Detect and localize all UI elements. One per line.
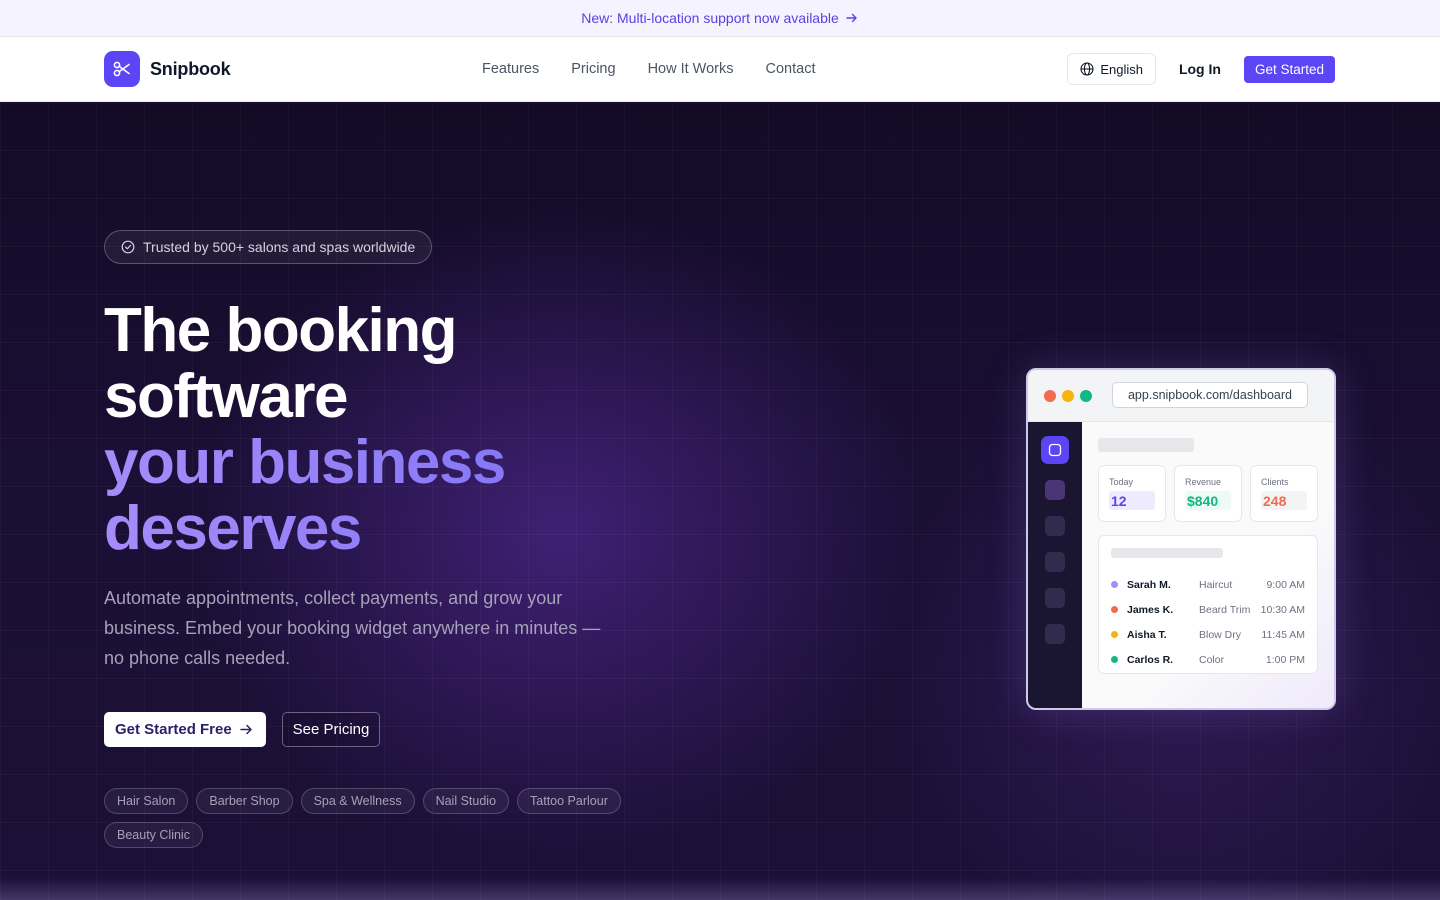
appointment-time: 9:00 AM xyxy=(1266,578,1305,591)
nav-link-contact[interactable]: Contact xyxy=(766,61,816,77)
stat-revenue: Revenue $840 xyxy=(1174,465,1242,522)
brand[interactable]: Snipbook xyxy=(104,51,231,87)
skeleton-heading xyxy=(1111,548,1223,558)
stat-today: Today 12 xyxy=(1098,465,1166,522)
language-label: English xyxy=(1100,61,1143,77)
tag-beauty-clinic[interactable]: Beauty Clinic xyxy=(104,822,203,848)
arrow-right-icon xyxy=(240,724,252,735)
status-dot xyxy=(1111,581,1118,588)
navbar: Snipbook Features Pricing How It Works C… xyxy=(0,37,1440,102)
announcement-text[interactable]: New: Multi-location support now availabl… xyxy=(581,10,839,26)
stats-row: Today 12 Revenue $840 Clients 248 xyxy=(1098,465,1318,522)
sidebar-item-icon xyxy=(1045,624,1065,644)
list-item: Sarah M. Haircut 9:00 AM xyxy=(1111,572,1305,597)
client-name: Sarah M. xyxy=(1127,578,1171,591)
sidebar-item-icon xyxy=(1045,552,1065,572)
tag-hair-salon[interactable]: Hair Salon xyxy=(104,788,189,814)
service-name: Haircut xyxy=(1199,578,1233,591)
dashboard-preview: app.snipbook.com/dashboard Today 12 Reve… xyxy=(1026,368,1336,710)
service-name: Blow Dry xyxy=(1199,628,1242,641)
hero-subtitle: Automate appointments, collect payments,… xyxy=(104,588,601,668)
headline-line-2: software xyxy=(104,362,348,431)
client-name: Aisha T. xyxy=(1127,628,1167,641)
tag-barber-shop[interactable]: Barber Shop xyxy=(196,788,293,814)
list-item: Carlos R. Color 1:00 PM xyxy=(1111,647,1305,672)
appointment-time: 11:45 AM xyxy=(1261,628,1305,641)
get-started-button[interactable]: Get Started xyxy=(1243,55,1335,83)
dashboard-sidebar xyxy=(1028,422,1082,708)
stat-value: 248 xyxy=(1261,491,1307,510)
trust-badge: Trusted by 500+ salons and spas worldwid… xyxy=(104,230,433,264)
brand-name: Snipbook xyxy=(150,58,231,79)
appointments-list: Sarah M. Haircut 9:00 AM James K. Beard … xyxy=(1098,535,1318,674)
hero-headline: The booking software your business deser… xyxy=(104,298,664,562)
nav-actions: English Log In Get Started xyxy=(1067,53,1335,85)
tag-nail-studio[interactable]: Nail Studio xyxy=(422,788,510,814)
dashboard-body: Today 12 Revenue $840 Clients 248 Sarah … xyxy=(1028,422,1334,708)
client-name: James K. xyxy=(1127,603,1174,616)
skeleton-title xyxy=(1098,438,1194,452)
see-pricing-button[interactable]: See Pricing xyxy=(282,712,380,747)
announcement-bar[interactable]: New: Multi-location support now availabl… xyxy=(0,0,1440,37)
stat-clients: Clients 248 xyxy=(1250,465,1318,522)
sidebar-item-icon xyxy=(1045,480,1065,500)
appointment-time: 10:30 AM xyxy=(1260,603,1305,616)
headline-line-4: deserves xyxy=(104,496,664,562)
headline-line-1: The booking xyxy=(104,296,458,365)
client-name: Carlos R. xyxy=(1127,653,1174,666)
window-minimize-dot xyxy=(1062,389,1074,402)
nav-link-features[interactable]: Features xyxy=(482,61,539,77)
sidebar-item-icon xyxy=(1045,516,1065,536)
status-dot xyxy=(1111,606,1118,613)
trust-badge-text: Trusted by 500+ salons and spas worldwid… xyxy=(143,239,416,255)
nav-links: Features Pricing How It Works Contact xyxy=(482,61,816,77)
tag-tattoo-parlour[interactable]: Tattoo Parlour xyxy=(517,788,621,814)
login-link[interactable]: Log In xyxy=(1179,61,1221,77)
scissors-icon xyxy=(104,51,140,87)
headline-line-3: your business xyxy=(104,430,664,496)
dashboard-main: Today 12 Revenue $840 Clients 248 Sarah … xyxy=(1082,422,1334,708)
service-name: Beard Trim xyxy=(1199,603,1251,616)
tag-spa-wellness[interactable]: Spa & Wellness xyxy=(300,788,415,814)
sidebar-home-icon xyxy=(1041,436,1069,464)
browser-url: app.snipbook.com/dashboard xyxy=(1112,382,1308,408)
get-started-free-button[interactable]: Get Started Free xyxy=(104,712,266,747)
nav-link-how-it-works[interactable]: How It Works xyxy=(648,61,734,77)
stat-value: $840 xyxy=(1185,491,1231,510)
sidebar-item-icon xyxy=(1045,588,1065,608)
window-close-dot xyxy=(1044,389,1056,402)
stat-label: Revenue xyxy=(1185,477,1222,487)
service-name: Color xyxy=(1199,653,1225,666)
status-dot xyxy=(1111,656,1118,663)
stat-value: 12 xyxy=(1109,491,1155,510)
nav-link-pricing[interactable]: Pricing xyxy=(571,61,615,77)
list-item: James K. Beard Trim 10:30 AM xyxy=(1111,597,1305,622)
status-dot xyxy=(1111,631,1118,638)
stat-label: Today xyxy=(1109,477,1134,487)
check-circle-icon xyxy=(121,240,135,254)
globe-icon xyxy=(1080,62,1094,76)
hero-section: Trusted by 500+ salons and spas worldwid… xyxy=(0,102,1440,900)
stat-label: Clients xyxy=(1261,477,1289,487)
browser-bar: app.snipbook.com/dashboard xyxy=(1028,370,1334,422)
list-item: Aisha T. Blow Dry 11:45 AM xyxy=(1111,622,1305,647)
business-type-tags: Hair Salon Barber Shop Spa & Wellness Na… xyxy=(104,788,634,848)
window-maximize-dot xyxy=(1080,389,1092,402)
get-started-free-label: Get Started Free xyxy=(115,721,232,738)
arrow-right-icon xyxy=(846,13,857,23)
language-selector[interactable]: English xyxy=(1067,53,1156,85)
appointment-time: 1:00 PM xyxy=(1265,653,1305,666)
